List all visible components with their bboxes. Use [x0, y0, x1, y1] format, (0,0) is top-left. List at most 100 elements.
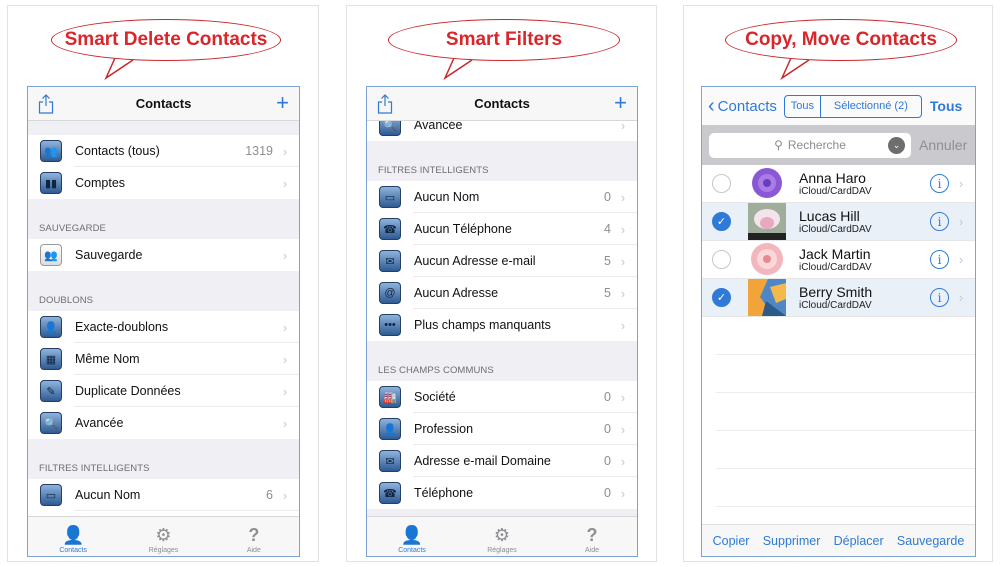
empty-row — [716, 355, 975, 393]
help-icon: ? — [248, 525, 260, 545]
menu-list[interactable]: 🔍 Avancée › FILTRES INTELLIGENTS ▭ Aucun No… — [367, 121, 637, 516]
checkbox-checked[interactable]: ✓ — [712, 288, 731, 307]
menu-item-phone[interactable]: ☎ Téléphone 0 › — [367, 477, 637, 509]
menu-item-no-phone[interactable]: ☎ Aucun Téléphone 4 › — [367, 213, 637, 245]
chevron-right-icon: › — [958, 290, 964, 305]
info-icon[interactable]: i — [930, 212, 949, 231]
tab-contacts[interactable]: 👤 Contacts — [28, 517, 118, 556]
caption-text: Smart Delete Contacts — [64, 29, 268, 50]
search-input[interactable]: ⚲ Recherche ⌄ — [709, 132, 911, 158]
menu-item-exact-duplicates[interactable]: 👤 Exacte-doublons › — [28, 311, 299, 343]
segment-selected[interactable]: Sélectionné (2) — [821, 96, 921, 117]
help-icon: ? — [586, 525, 598, 545]
contact-source: iCloud/CardDAV — [799, 223, 872, 235]
phone-screen: ‹ Contacts Tous Sélectionné (2) Tous ⚲ Re… — [701, 86, 976, 557]
contact-row[interactable]: Anna Haro iCloud/CardDAV i › — [702, 165, 975, 203]
item-label: Aucun Adresse e-mail — [414, 254, 536, 268]
caption-bubble: Copy, Move Contacts — [725, 19, 957, 61]
checkbox-checked[interactable]: ✓ — [712, 212, 731, 231]
search-icon: 🔍 — [40, 412, 62, 434]
caption-text: Copy, Move Contacts — [745, 29, 937, 50]
section-header: DOUBLONS — [39, 295, 94, 306]
menu-item-sauvegarde[interactable]: 👥 Sauvegarde › — [28, 239, 299, 271]
caption-text: Smart Filters — [445, 29, 563, 50]
empty-row — [716, 469, 975, 507]
nav-bar: Contacts + — [28, 87, 299, 121]
action-toolbar: Copier Supprimer Déplacer Sauvegarde — [702, 524, 975, 556]
empty-row — [716, 431, 975, 469]
item-label: Même Nom — [75, 352, 140, 366]
tab-bar: 👤 Contacts ⚙ Réglages ? Aide — [367, 516, 637, 556]
menu-item-no-name[interactable]: ▭ Aucun Nom 6 › — [28, 479, 299, 511]
menu-item-contacts-all[interactable]: 👥 Contacts (tous) 1319 › — [28, 135, 299, 167]
menu-item-no-email[interactable]: ✉ Aucun Adresse e-mail 5 › — [367, 245, 637, 277]
tab-bar: 👤 Contacts ⚙ Réglages ? Aide — [28, 516, 299, 556]
tab-settings[interactable]: ⚙ Réglages — [118, 517, 208, 556]
nav-title: Contacts — [135, 96, 192, 111]
menu-item-company[interactable]: 🏭 Société 0 › — [367, 381, 637, 413]
share-icon[interactable] — [38, 94, 54, 114]
checkbox-unchecked[interactable] — [712, 174, 731, 193]
tab-help[interactable]: ? Aide — [209, 517, 299, 556]
item-count: 0 — [604, 486, 611, 500]
backup-button[interactable]: Sauvegarde — [897, 534, 964, 548]
share-icon[interactable] — [377, 94, 393, 114]
avatar — [748, 203, 786, 240]
info-icon[interactable]: i — [930, 288, 949, 307]
chevron-right-icon: › — [620, 453, 626, 469]
chevron-right-icon: › — [282, 247, 288, 263]
gear-icon: ⚙ — [493, 525, 511, 545]
chevron-right-icon: › — [620, 485, 626, 501]
contact-row[interactable]: ✓ Berry Smith iCloud/CardDAV i › — [702, 279, 975, 317]
tab-settings[interactable]: ⚙ Réglages — [457, 517, 547, 556]
back-button[interactable]: ‹ Contacts — [708, 96, 777, 116]
tab-contacts[interactable]: 👤 Contacts — [367, 517, 457, 556]
segmented-control: Tous Sélectionné (2) — [783, 94, 922, 118]
contact-list[interactable]: Anna Haro iCloud/CardDAV i › ✓ Lucas Hill i… — [702, 165, 975, 524]
cancel-button[interactable]: Annuler — [919, 137, 967, 153]
avatar — [748, 241, 786, 278]
phone-icon: ☎ — [379, 482, 401, 504]
menu-item-no-name[interactable]: ▭ Aucun Nom 0 › — [367, 181, 637, 213]
add-icon[interactable]: + — [614, 90, 627, 116]
delete-button[interactable]: Supprimer — [763, 534, 821, 548]
tab-label: Aide — [246, 547, 261, 554]
search-bar: ⚲ Recherche ⌄ Annuler — [702, 125, 975, 165]
chevron-down-icon[interactable]: ⌄ — [888, 136, 905, 154]
item-count: 0 — [604, 390, 611, 404]
menu-item-comptes[interactable]: ▮▮ Comptes › — [28, 167, 299, 199]
section-header: SAUVEGARDE — [39, 223, 106, 234]
gear-icon: ⚙ — [155, 525, 172, 545]
info-icon[interactable]: i — [930, 250, 949, 269]
chevron-right-icon: › — [958, 176, 964, 191]
chevron-right-icon: › — [958, 214, 964, 229]
menu-item-duplicate-data[interactable]: ✎ Duplicate Données › — [28, 375, 299, 407]
menu-item-more-missing[interactable]: ••• Plus champs manquants › — [367, 309, 637, 341]
info-icon[interactable]: i — [930, 174, 949, 193]
menu-item-no-address[interactable]: @ Aucun Adresse 5 › — [367, 277, 637, 309]
nav-bar: Contacts + — [367, 87, 637, 121]
email-domain-icon: ✉ — [379, 450, 401, 472]
menu-item-email-domain[interactable]: ✉ Adresse e-mail Domaine 0 › — [367, 445, 637, 477]
item-label: Exacte-doublons — [75, 320, 169, 334]
copy-button[interactable]: Copier — [713, 534, 750, 548]
section-header: LES CHAMPS COMMUNS — [378, 365, 494, 376]
menu-item-advanced[interactable]: 🔍 Avancée › — [367, 121, 637, 141]
contact-row[interactable]: Jack Martin iCloud/CardDAV i › — [702, 241, 975, 279]
item-label: Plus champs manquants — [414, 318, 551, 332]
tab-help[interactable]: ? Aide — [547, 517, 637, 556]
checkbox-unchecked[interactable] — [712, 250, 731, 269]
move-button[interactable]: Déplacer — [834, 534, 884, 548]
add-icon[interactable]: + — [276, 90, 289, 116]
menu-list[interactable]: 👥 Contacts (tous) 1319 › ▮▮ Comptes › SAUVEGA… — [28, 121, 299, 516]
tab-label: Aide — [584, 547, 599, 554]
menu-item-profession[interactable]: 👤 Profession 0 › — [367, 413, 637, 445]
item-label: Comptes — [75, 176, 126, 190]
avatar — [748, 165, 786, 202]
segment-all[interactable]: Tous — [785, 95, 821, 117]
chevron-right-icon: › — [620, 189, 626, 205]
select-all-button[interactable]: Tous — [930, 98, 962, 114]
menu-item-advanced[interactable]: 🔍 Avancée › — [28, 407, 299, 439]
menu-item-same-name[interactable]: ▦ Même Nom › — [28, 343, 299, 375]
contact-row[interactable]: ✓ Lucas Hill iCloud/CardDAV i › — [702, 203, 975, 241]
